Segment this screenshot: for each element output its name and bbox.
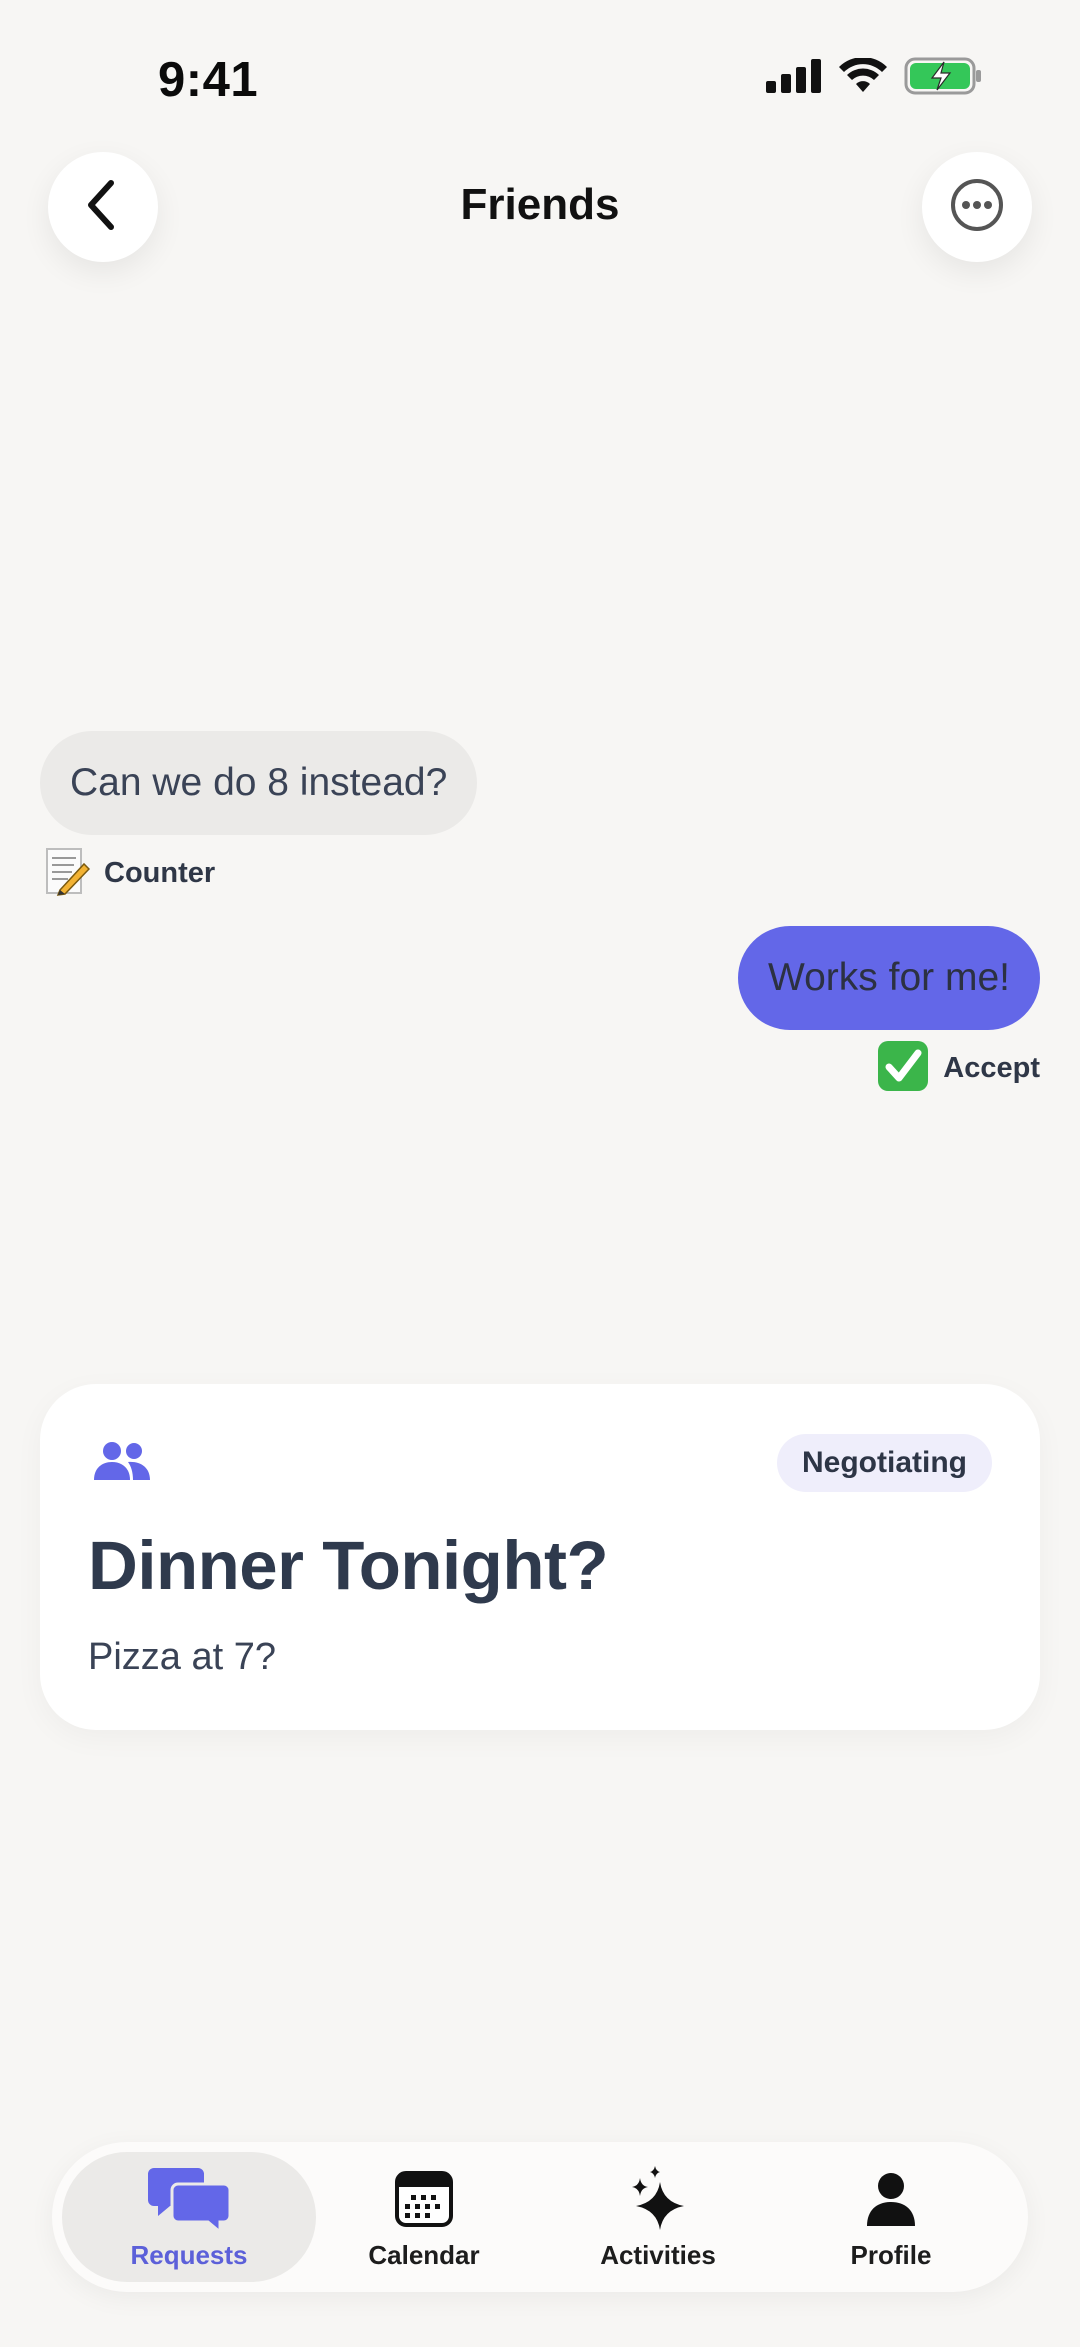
more-options-button[interactable] [922,152,1032,262]
sparkles-icon [628,2166,688,2232]
tab-label: Calendar [368,2240,480,2270]
status-time: 9:41 [158,53,259,107]
reaction-label: Accept [943,1052,1040,1084]
tab-label: Activities [600,2240,716,2270]
tab-label: Profile [850,2240,932,2270]
incoming-reaction[interactable]: Counter [44,846,215,901]
tab-bar: Requests Calendar Activities Profile [52,2142,1028,2292]
person-icon [866,2166,916,2232]
request-card[interactable]: Negotiating Dinner Tonight? Pizza at 7? [40,1384,1040,1730]
screen: 9:41 Friends Can we do 8 instead? Counte… [0,0,1080,2347]
wifi-icon [838,56,888,99]
people-icon [92,1440,152,1487]
tab-requests[interactable]: Requests [62,2152,316,2282]
tab-profile[interactable]: Profile [774,2152,1008,2282]
calendar-icon [395,2166,453,2232]
status-icons [766,56,984,100]
memo-icon [44,846,91,901]
page-title: Friends [460,180,620,229]
check-mark-icon [877,1040,929,1097]
outgoing-message-bubble[interactable]: Works for me! [738,926,1040,1030]
tab-activities[interactable]: Activities [541,2152,775,2282]
status-badge: Negotiating [777,1434,992,1492]
chat-bubbles-icon [148,2166,230,2232]
incoming-message-bubble[interactable]: Can we do 8 instead? [40,731,478,835]
cellular-icon [766,58,822,98]
reaction-label: Counter [104,857,216,889]
card-subtitle: Pizza at 7? [88,1636,276,1678]
tab-label: Requests [130,2240,248,2270]
card-title: Dinner Tonight? [88,1527,609,1604]
outgoing-reaction[interactable]: Accept [877,1040,1040,1097]
tab-calendar[interactable]: Calendar [307,2152,541,2282]
ellipsis-circle-icon [949,177,1005,238]
battery-charging-icon [904,56,984,101]
